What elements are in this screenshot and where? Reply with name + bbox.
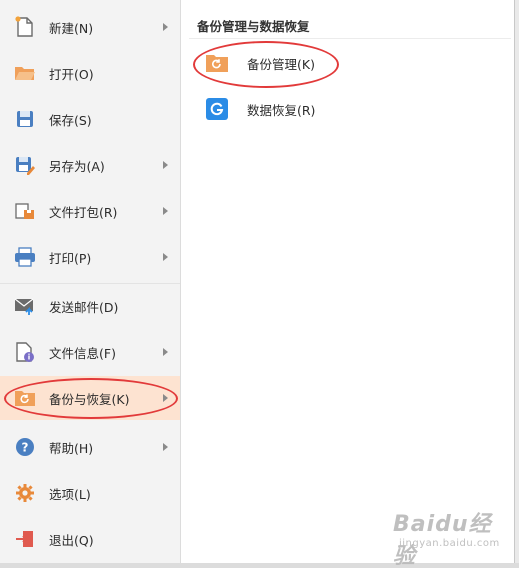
chevron-right-icon [163,348,168,356]
submenu-item-label: 数据恢复(R) [247,102,316,118]
print-icon [14,246,36,268]
menu-item-label: 发送邮件(D) [49,299,119,315]
save-as-icon [14,154,36,176]
svg-text:?: ? [22,441,29,455]
file-menu: 新建(N) 打开(O) 保存(S) 另存为(A) 文件打包(R) 打印(P) 发… [0,0,180,568]
chevron-right-icon [163,443,168,451]
menu-item-help[interactable]: ? 帮助(H) [0,425,180,469]
send-mail-icon [14,295,36,317]
help-icon: ? [14,436,36,458]
chevron-right-icon [163,253,168,261]
submenu-item-label: 备份管理(K) [247,56,315,72]
open-folder-icon [14,62,36,84]
file-info-icon [14,341,36,363]
options-gear-icon [14,482,36,504]
menu-item-label: 打印(P) [49,250,92,266]
chevron-right-icon [163,207,168,215]
menu-item-label: 退出(Q) [49,532,94,548]
new-file-icon [14,16,36,38]
save-icon [14,108,36,130]
menu-item-label: 文件打包(R) [49,204,118,220]
baidu-watermark: Baidu经验 jingyan.baidu.com [393,506,508,568]
submenu-item-data-recovery[interactable]: 数据恢复(R) [205,94,405,124]
menu-item-label: 选项(L) [49,486,91,502]
submenu-title: 备份管理与数据恢复 [197,19,310,34]
menu-item-backup-restore[interactable]: 备份与恢复(K) [0,376,180,420]
menu-item-options[interactable]: 选项(L) [0,471,180,515]
menu-item-save[interactable]: 保存(S) [0,97,180,141]
watermark-url: jingyan.baidu.com [399,538,500,549]
menu-item-exit[interactable]: 退出(Q) [0,517,180,561]
submenu-divider [189,38,511,39]
chevron-right-icon [163,23,168,31]
menu-item-print[interactable]: 打印(P) [0,235,180,279]
menu-item-label: 新建(N) [49,20,94,36]
menu-item-label: 文件信息(F) [49,345,116,361]
submenu-item-backup-management[interactable]: 备份管理(K) [205,48,405,78]
menu-item-label: 保存(S) [49,112,92,128]
exit-icon [14,528,36,550]
menu-item-file-info[interactable]: 文件信息(F) [0,330,180,374]
menu-item-label: 备份与恢复(K) [49,391,130,407]
menu-item-label: 另存为(A) [49,158,105,174]
menu-item-send-mail[interactable]: 发送邮件(D) [0,284,180,328]
chevron-right-icon [163,161,168,169]
backup-management-icon [205,51,229,75]
menu-item-label: 帮助(H) [49,440,94,456]
menu-item-save-as[interactable]: 另存为(A) [0,143,180,187]
menu-item-package[interactable]: 文件打包(R) [0,189,180,233]
submenu-panel: 备份管理与数据恢复 备份管理(K) 数据恢复(R) [180,0,515,563]
package-icon [14,200,36,222]
menu-item-new[interactable]: 新建(N) [0,5,180,49]
backup-restore-icon [14,387,36,409]
data-recovery-icon [205,97,229,121]
watermark-text: Baidu经验 [393,512,492,568]
chevron-right-icon [163,394,168,402]
menu-item-label: 打开(O) [49,66,94,82]
menu-item-open[interactable]: 打开(O) [0,51,180,95]
